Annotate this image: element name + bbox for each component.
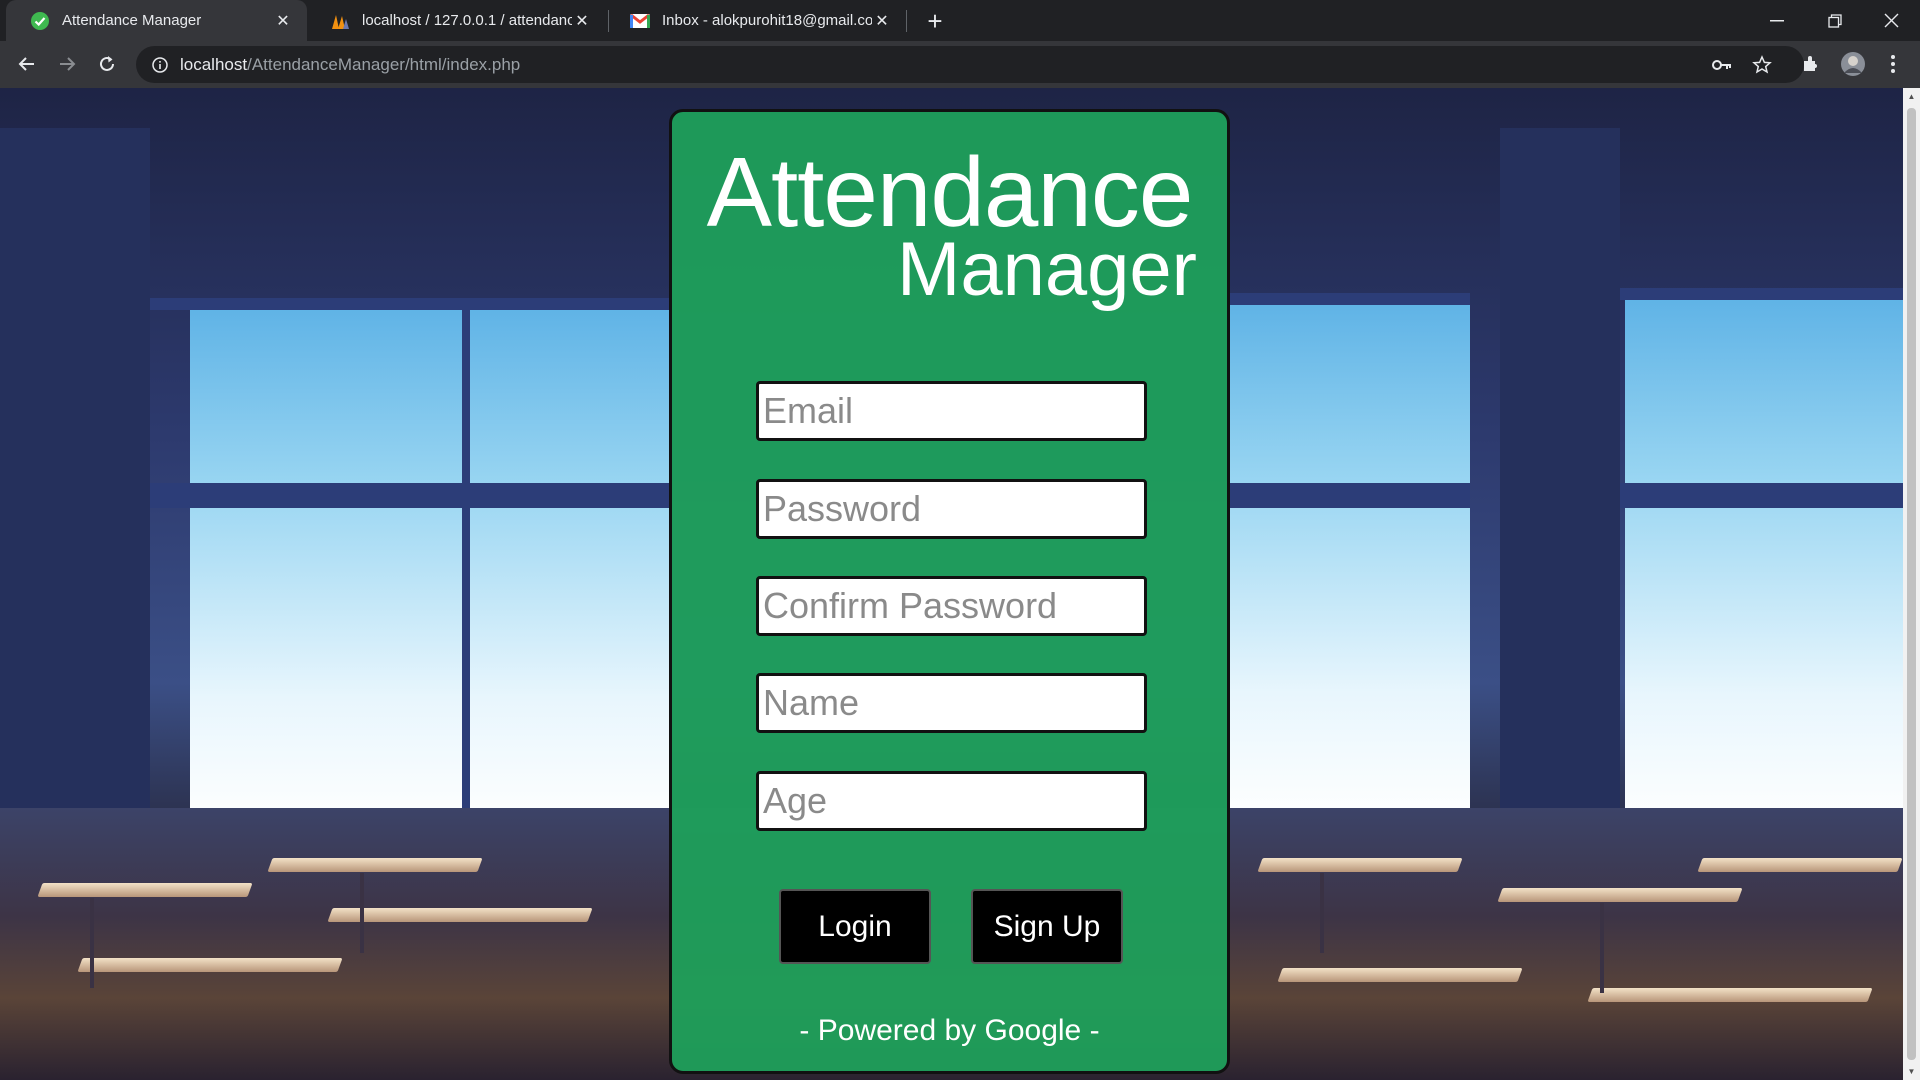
desk-leg: [360, 873, 364, 953]
extensions-icon: [1804, 56, 1817, 71]
profile-avatar[interactable]: [1836, 47, 1870, 81]
window-bar: [462, 308, 470, 828]
new-tab-button[interactable]: +: [920, 6, 950, 36]
name-field[interactable]: [756, 673, 1147, 733]
background-desk: [1697, 858, 1903, 872]
background-window: [1230, 303, 1470, 823]
browser-toolbar: localhost/AttendanceManager/html/index.p…: [0, 41, 1920, 88]
close-tab-icon[interactable]: ✕: [273, 11, 293, 31]
info-icon[interactable]: [150, 55, 170, 75]
forward-button[interactable]: [50, 47, 84, 81]
minimize-icon: [1770, 19, 1784, 21]
forward-icon: [60, 57, 76, 71]
extensions-button[interactable]: [1794, 47, 1828, 81]
desk-leg: [90, 898, 94, 988]
background-desk: [77, 958, 343, 972]
page-scrollbar[interactable]: ▲ ▼: [1903, 88, 1920, 1080]
window-bar: [150, 298, 670, 310]
address-bar[interactable]: localhost/AttendanceManager/html/index.p…: [136, 46, 1804, 83]
background-desk: [1497, 888, 1743, 902]
check-circle-icon: [30, 11, 50, 31]
tab-gmail[interactable]: Inbox - alokpurohit18@gmail.com ✕: [606, 0, 906, 41]
confirm-password-field[interactable]: [756, 576, 1147, 636]
app-title-line2: Manager: [897, 227, 1197, 312]
close-window-button[interactable]: [1862, 0, 1920, 41]
gmail-icon: [630, 11, 650, 31]
signup-button[interactable]: Sign Up: [971, 889, 1123, 964]
scroll-up-arrow[interactable]: ▲: [1903, 88, 1920, 105]
scroll-thumb[interactable]: [1907, 108, 1916, 1060]
close-tab-icon[interactable]: ✕: [872, 11, 892, 31]
tab-strip: Attendance Manager ✕ localhost / 127.0.0…: [0, 0, 1920, 41]
background-desk: [267, 858, 483, 872]
restore-icon: [1828, 13, 1842, 28]
desk-leg: [1600, 903, 1604, 993]
tab-title: Inbox - alokpurohit18@gmail.com: [662, 12, 872, 29]
url-text: localhost/AttendanceManager/html/index.p…: [180, 55, 520, 75]
back-icon: [18, 57, 34, 71]
tab-title: localhost / 127.0.0.1 / attendance: [362, 12, 572, 29]
window-bar: [1230, 293, 1470, 305]
close-tab-icon[interactable]: ✕: [572, 11, 592, 31]
close-icon: [1884, 13, 1898, 28]
tab-attendance-manager[interactable]: Attendance Manager ✕: [6, 0, 307, 41]
window-bar: [150, 483, 670, 508]
star-icon[interactable]: [1744, 46, 1780, 83]
background-desk: [1587, 988, 1873, 1002]
minimize-button[interactable]: [1748, 0, 1806, 41]
reload-icon: [100, 56, 114, 71]
email-field[interactable]: [756, 381, 1147, 441]
background-window: [190, 308, 670, 828]
back-button[interactable]: [10, 47, 44, 81]
menu-icon: [1891, 55, 1895, 73]
auth-card: Attendance Manager Login Sign Up - Power…: [669, 109, 1230, 1074]
background-window: [1625, 298, 1905, 828]
scroll-down-arrow[interactable]: ▼: [1903, 1063, 1920, 1080]
page-viewport: Attendance Manager Login Sign Up - Power…: [0, 88, 1920, 1080]
background-desk: [37, 883, 253, 897]
url-host: localhost: [180, 54, 248, 74]
password-field[interactable]: [756, 479, 1147, 539]
tab-separator: [906, 10, 907, 32]
window-bar: [1230, 483, 1470, 508]
url-path: /AttendanceManager/html/index.php: [247, 54, 521, 74]
phpmyadmin-icon: [330, 11, 350, 31]
desk-leg: [1320, 873, 1324, 953]
powered-by-footer: - Powered by Google -: [799, 1014, 1100, 1047]
menu-button[interactable]: [1876, 47, 1910, 81]
background-desk: [1277, 968, 1523, 982]
key-icon[interactable]: [1704, 46, 1740, 83]
window-bar: [1620, 483, 1920, 508]
restore-button[interactable]: [1806, 0, 1864, 41]
tab-title: Attendance Manager: [62, 12, 202, 29]
background-pillar: [0, 128, 150, 848]
window-bar: [1620, 288, 1920, 300]
reload-button[interactable]: [90, 47, 124, 81]
background-pillar: [1500, 128, 1620, 848]
background-desk: [327, 908, 593, 922]
age-field[interactable]: [756, 771, 1147, 831]
background-desk: [1257, 858, 1463, 872]
tab-phpmyadmin[interactable]: localhost / 127.0.0.1 / attendance ✕: [306, 0, 606, 41]
login-button[interactable]: Login: [779, 889, 931, 964]
